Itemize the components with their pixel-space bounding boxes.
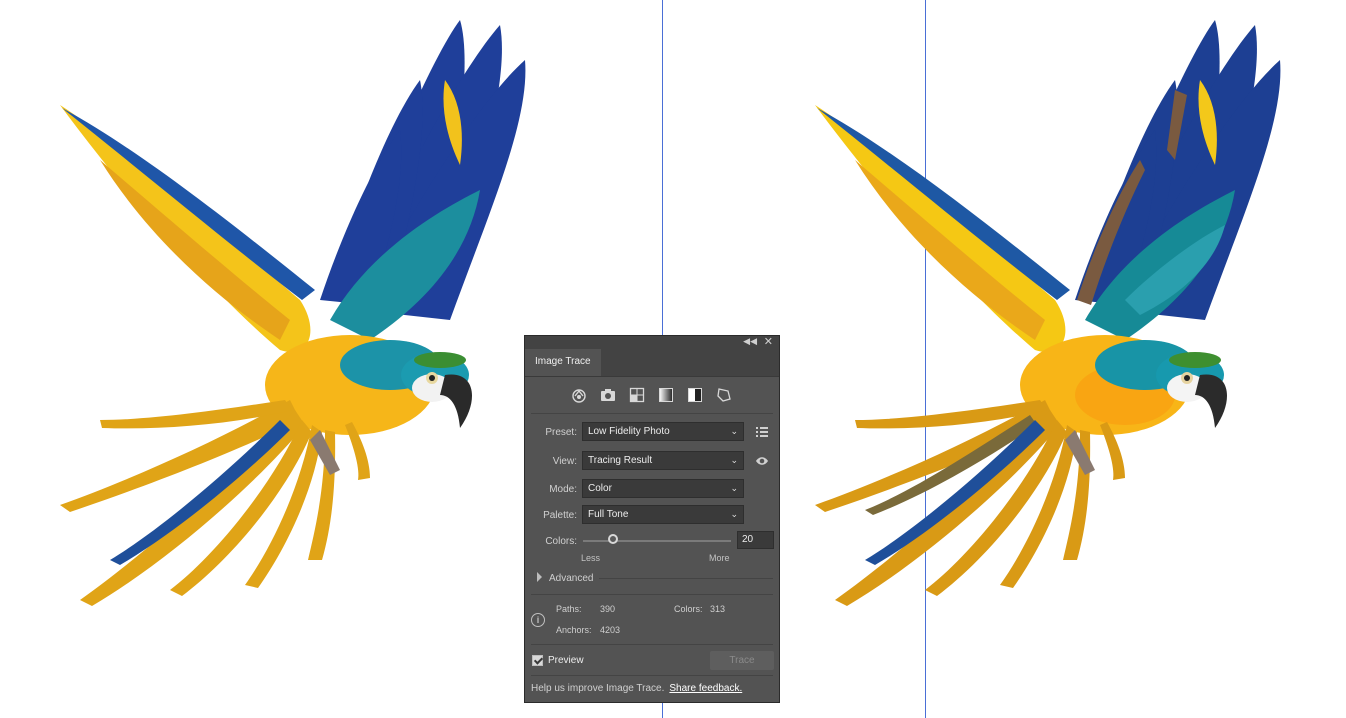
divider — [531, 413, 773, 414]
palette-select[interactable]: Full Tone ⌄ — [582, 505, 744, 524]
high-color-icon[interactable] — [598, 385, 618, 405]
mode-select[interactable]: Color ⌄ — [582, 479, 744, 498]
chevron-down-icon: ⌄ — [730, 455, 738, 465]
grayscale-icon[interactable] — [656, 385, 676, 405]
preset-select[interactable]: Low Fidelity Photo ⌄ — [582, 422, 744, 441]
stats-colors-value: 313 — [710, 604, 726, 614]
chevron-down-icon: ⌄ — [730, 426, 738, 436]
chevron-down-icon: ⌄ — [730, 483, 738, 493]
slider-more-label: More — [709, 553, 730, 563]
advanced-label: Advanced — [549, 573, 594, 584]
palette-value: Full Tone — [588, 509, 629, 520]
preset-label: Preset: — [545, 427, 577, 438]
eye-icon[interactable] — [755, 454, 769, 468]
anchors-value: 4203 — [600, 625, 621, 635]
colors-slider-track[interactable] — [583, 540, 731, 542]
parrot-traced-vector[interactable] — [795, 0, 1295, 640]
colors-input[interactable]: 20 — [737, 531, 774, 549]
advanced-toggle[interactable]: Advanced — [537, 572, 593, 584]
preset-icon-row — [525, 385, 779, 407]
mode-label: Mode: — [549, 484, 577, 495]
share-feedback-link[interactable]: Share feedback. — [669, 683, 742, 694]
trace-button[interactable]: Trace — [710, 651, 774, 670]
preset-list-icon[interactable] — [755, 425, 769, 439]
chevron-down-icon: ⌄ — [730, 509, 738, 519]
palette-label: Palette: — [543, 510, 577, 521]
parrot-photo-image[interactable] — [40, 0, 540, 640]
view-value: Tracing Result — [588, 455, 653, 466]
low-color-icon[interactable] — [627, 385, 647, 405]
anchors-label: Anchors: — [556, 625, 592, 635]
view-label: View: — [552, 456, 577, 467]
stats-colors-label: Colors: — [674, 604, 703, 614]
view-select[interactable]: Tracing Result ⌄ — [582, 451, 744, 470]
feedback-text: Help us improve Image Trace. — [531, 683, 665, 694]
tab-image-trace[interactable]: Image Trace — [525, 349, 601, 376]
slider-less-label: Less — [581, 553, 601, 563]
paths-value: 390 — [600, 604, 616, 614]
divider — [531, 644, 773, 645]
divider — [531, 594, 773, 595]
feedback-footer: Help us improve Image Trace. Share feedba… — [531, 683, 742, 694]
panel-tab-bar: Image Trace — [525, 349, 779, 377]
colors-label: Colors: — [545, 536, 577, 547]
divider — [531, 675, 773, 676]
mode-value: Color — [588, 483, 612, 494]
black-and-white-icon[interactable] — [685, 385, 705, 405]
info-icon: i — [531, 613, 545, 627]
preset-value: Low Fidelity Photo — [588, 426, 670, 437]
paths-label: Paths: — [556, 604, 582, 614]
disclosure-triangle-icon — [537, 572, 542, 582]
auto-color-icon[interactable] — [569, 385, 589, 405]
preview-checkbox[interactable] — [532, 655, 543, 666]
outline-icon[interactable] — [714, 385, 734, 405]
colors-slider-thumb[interactable] — [607, 534, 618, 544]
collapse-panel-icon[interactable]: ◀◀ — [743, 336, 757, 347]
preview-label[interactable]: Preview — [548, 655, 584, 666]
close-panel-icon[interactable]: ✕ — [764, 335, 773, 348]
image-trace-panel: ◀◀ ✕ Image Trace Preset: Low Fidelity Ph… — [524, 335, 780, 703]
panel-topbar: ◀◀ ✕ — [525, 336, 779, 349]
divider — [599, 578, 773, 579]
